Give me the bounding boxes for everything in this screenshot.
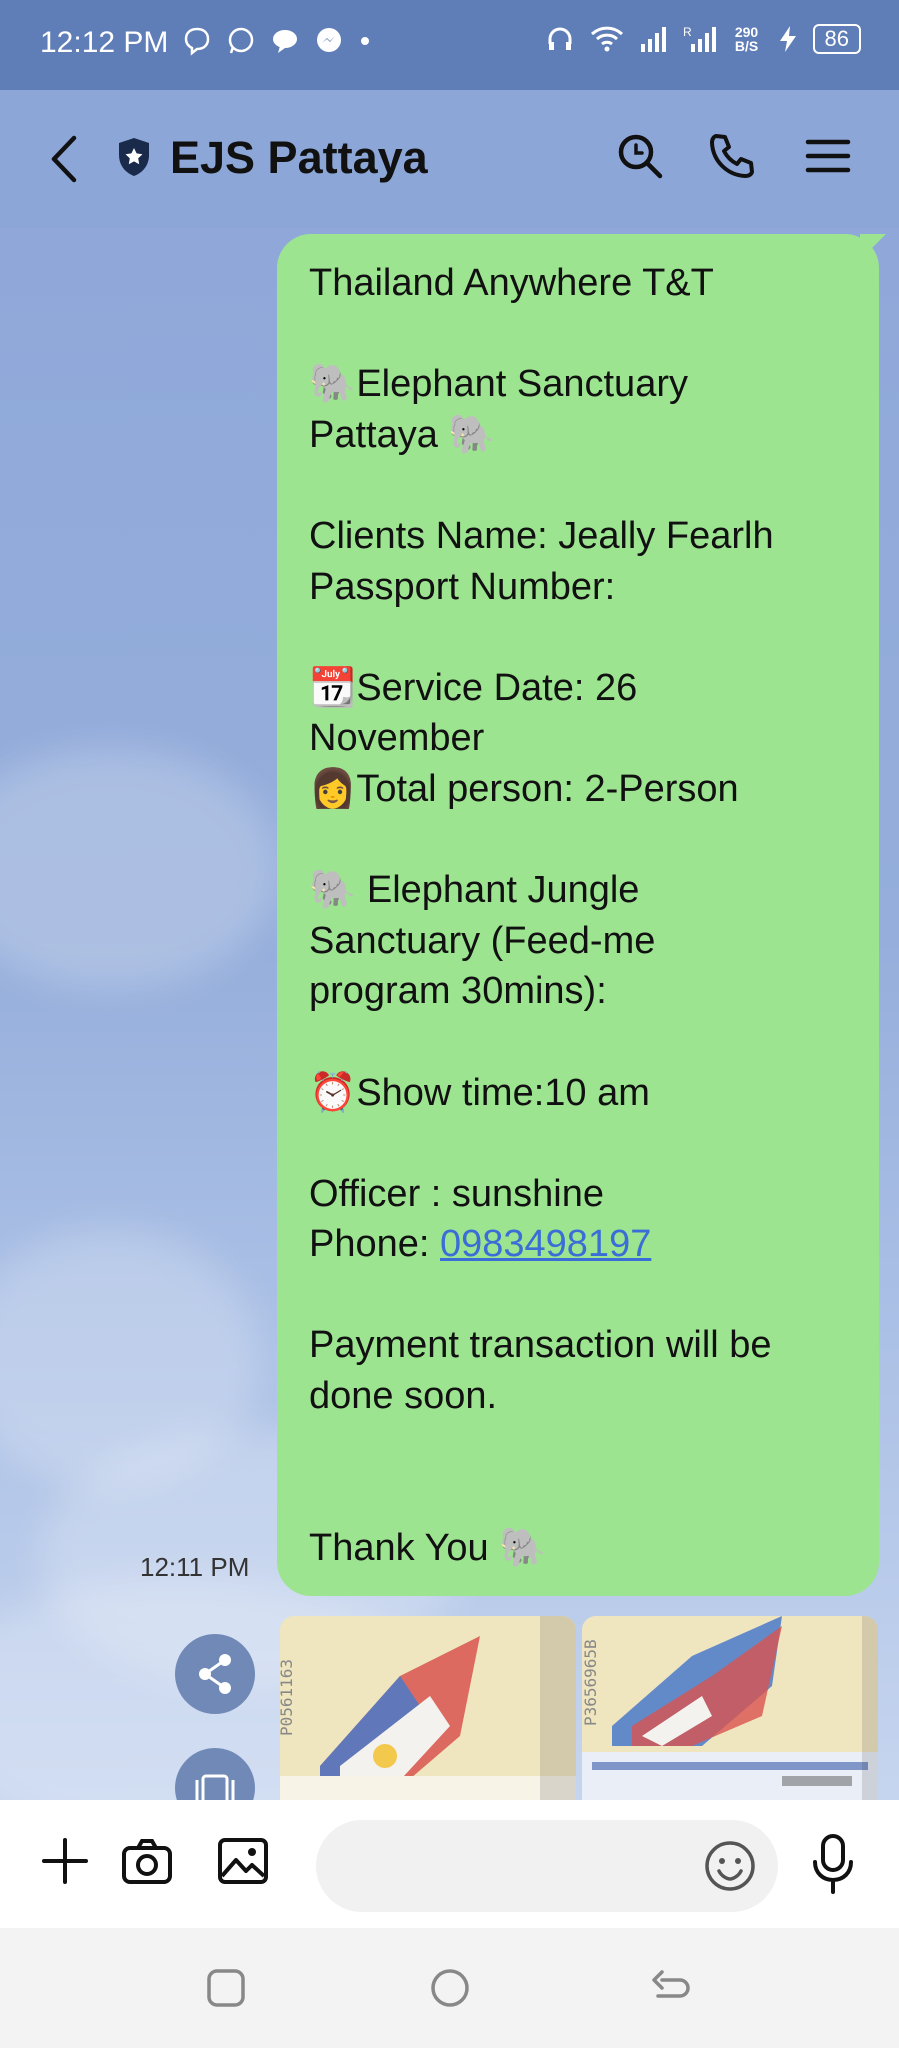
message-line: Clients Name: Jeally Fearlh <box>309 514 774 557</box>
message-line <box>309 1472 851 1523</box>
message-line <box>309 1017 851 1068</box>
phone-label: Phone: <box>309 1223 440 1266</box>
message-timestamp: 12:11 PM <box>140 1552 250 1582</box>
headphones-icon <box>548 27 572 50</box>
passport-photo-1[interactable]: P0561163 <box>280 1616 576 1802</box>
message-bubble[interactable]: Thailand Anywhere T&T 🐘Elephant Sanctuar… <box>277 234 879 1596</box>
phone-link[interactable]: 0983498197 <box>440 1223 651 1265</box>
signal-icon <box>640 27 666 52</box>
message-line: 🐘Elephant Sanctuary <box>309 363 688 406</box>
microphone-icon[interactable] <box>808 1832 858 1896</box>
plus-icon[interactable] <box>38 1834 92 1888</box>
share-icon <box>199 1654 231 1694</box>
message-line: 👩Total person: 2-Person <box>309 767 739 810</box>
message-line <box>309 460 851 511</box>
svg-text:P3656965B: P3656965B <box>582 1639 600 1726</box>
message-line: Payment transaction will be <box>309 1324 772 1367</box>
chat-title: EJS Pattaya <box>170 132 428 183</box>
home-icon[interactable] <box>428 1966 472 2010</box>
passport-photo-2[interactable]: P3656965B <box>582 1616 878 1802</box>
passport-image: P3656965B <box>582 1616 878 1802</box>
message-line: done soon. <box>309 1375 498 1418</box>
recents-icon[interactable] <box>204 1966 248 2010</box>
messenger-icon <box>317 28 341 52</box>
message-input-bar <box>0 1800 899 1928</box>
wifi-icon <box>590 26 623 52</box>
svg-text:R: R <box>683 25 692 39</box>
net-speed: 290 B/S <box>734 24 759 54</box>
message-line: November <box>309 717 485 760</box>
shield-star-icon <box>119 138 149 176</box>
message-line <box>309 1118 851 1169</box>
message-line <box>309 612 851 663</box>
chat-header: EJS Pattaya <box>0 90 899 228</box>
chat-bubble-icon <box>273 30 297 53</box>
system-nav-bar <box>0 1928 899 2048</box>
share-button[interactable] <box>175 1634 255 1714</box>
phone-line: Phone: 0983498197 <box>309 1219 851 1270</box>
message-line: 🐘 Elephant Jungle <box>309 869 640 912</box>
status-time: 12:12 PM <box>40 26 169 59</box>
message-line <box>309 815 851 866</box>
message-line: Officer : sunshine <box>309 1172 605 1215</box>
back-nav-icon[interactable] <box>650 1966 694 2010</box>
message-line: 📆Service Date: 26 <box>309 666 638 709</box>
system-icons: R 290 B/S 86 <box>545 24 861 54</box>
message-line <box>309 1422 851 1473</box>
message-line <box>309 1270 851 1321</box>
viber-icon <box>184 27 210 56</box>
message-line: Pattaya 🐘 <box>309 413 496 456</box>
image-icon[interactable] <box>216 1834 270 1888</box>
message-line: Sanctuary (Feed-me <box>309 919 656 962</box>
chevron-left-icon[interactable] <box>44 134 84 184</box>
phone-icon[interactable] <box>706 130 758 182</box>
camera-icon[interactable] <box>120 1834 174 1888</box>
message-line: ⏰Show time:10 am <box>309 1071 650 1114</box>
search-icon[interactable] <box>614 130 666 182</box>
status-bar: 12:12 PM R 290 B/S 86 <box>0 0 899 90</box>
battery-level: 86 <box>812 24 861 54</box>
whatsapp-icon <box>228 27 254 54</box>
message-line: Thank You 🐘 <box>309 1526 547 1569</box>
signal-roaming-icon: R <box>683 25 716 52</box>
charging-icon <box>779 26 796 52</box>
hamburger-menu-icon[interactable] <box>802 130 854 182</box>
notification-icons <box>182 26 372 56</box>
passport-image: P0561163 <box>280 1616 576 1802</box>
dot-icon <box>361 37 369 45</box>
message-line: Passport Number: <box>309 565 616 608</box>
message-line <box>309 309 851 360</box>
smiley-icon[interactable] <box>702 1838 758 1894</box>
message-line: Thailand Anywhere T&T <box>309 262 714 304</box>
svg-text:P0561163: P0561163 <box>280 1659 296 1736</box>
message-line: program 30mins): <box>309 970 607 1013</box>
